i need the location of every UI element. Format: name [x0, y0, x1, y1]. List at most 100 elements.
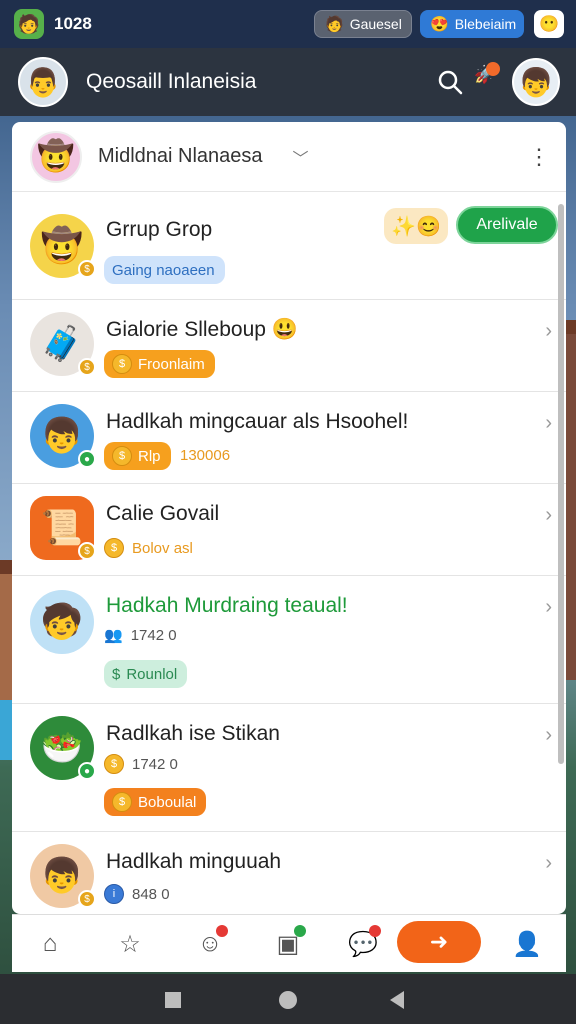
list-item-meta: $ 1742 0 — [104, 754, 178, 774]
meta-label: 1742 0 — [132, 755, 178, 773]
app-icon[interactable]: 🧑 — [14, 9, 44, 39]
status-pill-left[interactable]: 🧑 Gauesel — [314, 10, 412, 38]
status-badge: $ Froonlaim — [104, 350, 215, 378]
page-title: Qeosaill Inlaneisia — [86, 70, 257, 93]
coin-icon: $ — [78, 260, 96, 278]
system-nav-bar — [0, 974, 576, 1024]
coin-icon: $ — [104, 538, 124, 558]
list-item[interactable]: 🧳 $ Gialorie Slleboup 😃 › $ Froonlaim — [12, 300, 566, 392]
emoji-icon: ✨😊 — [384, 208, 448, 244]
coin-icon: $ — [78, 890, 96, 908]
character-icon: 🧑 — [325, 16, 344, 33]
status-bar: 🧑 1028 🧑 Gauesel 😍 Blebeiaim 😶 — [0, 0, 576, 48]
avatar: 👦 $ — [30, 844, 96, 908]
notification-badge — [369, 925, 381, 937]
status-pill-right-label: Blebeiaim — [454, 16, 517, 32]
chevron-right-icon[interactable]: › — [545, 320, 552, 343]
app-header: 👨 Qeosaill Inlaneisia 🚀 👦 — [0, 48, 576, 116]
chevron-right-icon[interactable]: › — [545, 596, 552, 619]
avatar: 🤠 $ — [30, 214, 96, 278]
list-item-title: Calie Govail — [106, 502, 220, 525]
chat-icon[interactable]: 💬 — [345, 925, 381, 961]
notification-badge — [486, 62, 500, 76]
activate-button[interactable]: Arelivale — [456, 206, 558, 244]
coin-icon: $ — [104, 754, 124, 774]
notification-badge — [294, 925, 306, 937]
search-icon[interactable] — [436, 68, 464, 96]
chevron-right-icon[interactable]: › — [545, 852, 552, 875]
status-time: 1028 — [54, 14, 92, 33]
list-item[interactable]: 🥗 ● Radlkah ise Stikan › $ 1742 0 $ Bobo… — [12, 704, 566, 832]
avatar: 📜 $ — [30, 496, 96, 560]
bottom-nav: ⌂ ☆ ☺ ▣ 💬 ➜ 👤 — [12, 914, 566, 972]
coin-icon: $ — [112, 446, 132, 466]
card-title: Midldnai Nlanaesa — [98, 145, 263, 167]
coin-icon: $ — [78, 358, 96, 376]
list-item-meta: 👥 1742 0 — [104, 626, 177, 645]
card-header[interactable]: 🤠 Midldnai Nlanaesa ﹀ ⋮ — [12, 122, 566, 192]
go-button[interactable]: ➜ — [397, 921, 481, 963]
chevron-down-icon[interactable]: ﹀ — [293, 145, 309, 169]
more-options-icon[interactable]: ⋮ — [528, 146, 550, 168]
list-item[interactable]: 👦 ● Hadlkah mingcauar als Hsoohel! › $ R… — [12, 392, 566, 484]
chevron-right-icon[interactable]: › — [545, 504, 552, 527]
list-item-meta: $ Bolov asl — [104, 538, 193, 558]
avatar[interactable]: 👨 — [18, 57, 68, 107]
tag-label: Froonlaim — [138, 355, 205, 373]
scrollbar[interactable] — [558, 204, 564, 764]
status-badge: $ Boboulal — [104, 788, 207, 816]
list-item[interactable]: 📜 $ Calie Govail › $ Bolov asl — [12, 484, 566, 576]
list-item[interactable]: 🤠 $ Grrup Grop ✨😊 Arelivale Gaing naoaee… — [12, 192, 566, 300]
emoji-icon: 😍 — [430, 16, 449, 33]
home-button[interactable] — [279, 991, 297, 1009]
back-button[interactable] — [390, 991, 404, 1009]
chevron-right-icon[interactable]: › — [545, 724, 552, 747]
tag-label: Gaing naoaeen — [112, 261, 215, 279]
meta-label: Bolov asl — [132, 539, 193, 557]
meta-label: 848 0 — [132, 885, 170, 903]
status-pill-left-label: Gauesel — [349, 16, 402, 32]
tag-label: Rounlol — [126, 665, 178, 683]
list-item[interactable]: 🧒 Hadkah Murdraing teaual! › 👥 1742 0 $ … — [12, 576, 566, 704]
list-item-title: Grrup Grop — [106, 218, 213, 241]
list-item-title: Hadlkah mingcauar als Hsoohel! — [106, 410, 409, 433]
coin-icon: $ — [112, 354, 132, 374]
avatar: 🥗 ● — [30, 716, 96, 780]
profile-icon[interactable]: 👤 — [509, 927, 545, 961]
coin-icon: $ — [78, 542, 96, 560]
coin-icon: $ — [112, 792, 132, 812]
info-icon: i — [104, 884, 124, 904]
profile-avatar[interactable]: 👦 — [512, 58, 560, 106]
list-item-meta: i 848 0 — [104, 884, 170, 904]
home-icon[interactable]: ⌂ — [32, 927, 68, 961]
status-badge: $ Rlp — [104, 442, 171, 470]
tag-label: Rlp — [138, 447, 161, 465]
users-icon: 👥 — [104, 627, 123, 644]
meta-label: 1742 0 — [130, 626, 177, 644]
list-item-title: Radlkah ise Stikan — [106, 722, 280, 745]
dollar-icon: $ — [112, 665, 121, 683]
list-item[interactable]: 👦 $ Hadlkah minguuah › i 848 0 — [12, 832, 566, 914]
list-item-meta: 130006 — [180, 447, 231, 464]
list-item-title: Hadlkah minguuah — [106, 850, 282, 873]
avatar: 🧒 — [30, 590, 94, 654]
list-item-title: Hadkah Murdraing teaual! — [106, 594, 348, 617]
recents-button[interactable] — [165, 992, 181, 1008]
smile-icon[interactable]: 😶 — [534, 10, 564, 38]
chevron-right-icon[interactable]: › — [545, 412, 552, 435]
board-icon[interactable]: ▣ — [270, 925, 306, 961]
group-card: 🤠 Midldnai Nlanaesa ﹀ ⋮ 🤠 $ Grrup Grop ✨… — [12, 122, 566, 914]
tag-label: Boboulal — [138, 793, 197, 811]
status-icon: ● — [78, 762, 96, 780]
face-icon[interactable]: ☺ — [192, 925, 228, 961]
avatar: 🧳 $ — [30, 312, 96, 376]
avatar: 🤠 — [30, 130, 82, 183]
status-icon: ● — [78, 450, 96, 468]
avatar: 👦 ● — [30, 404, 96, 468]
list-item-title: Gialorie Slleboup 😃 — [106, 318, 298, 341]
notification-badge — [216, 925, 228, 937]
group-list: 🤠 $ Grrup Grop ✨😊 Arelivale Gaing naoaee… — [12, 192, 566, 914]
star-icon[interactable]: ☆ — [112, 927, 148, 961]
status-pill-right[interactable]: 😍 Blebeiaim — [420, 10, 524, 38]
notification-icon[interactable]: 🚀 — [474, 62, 500, 96]
